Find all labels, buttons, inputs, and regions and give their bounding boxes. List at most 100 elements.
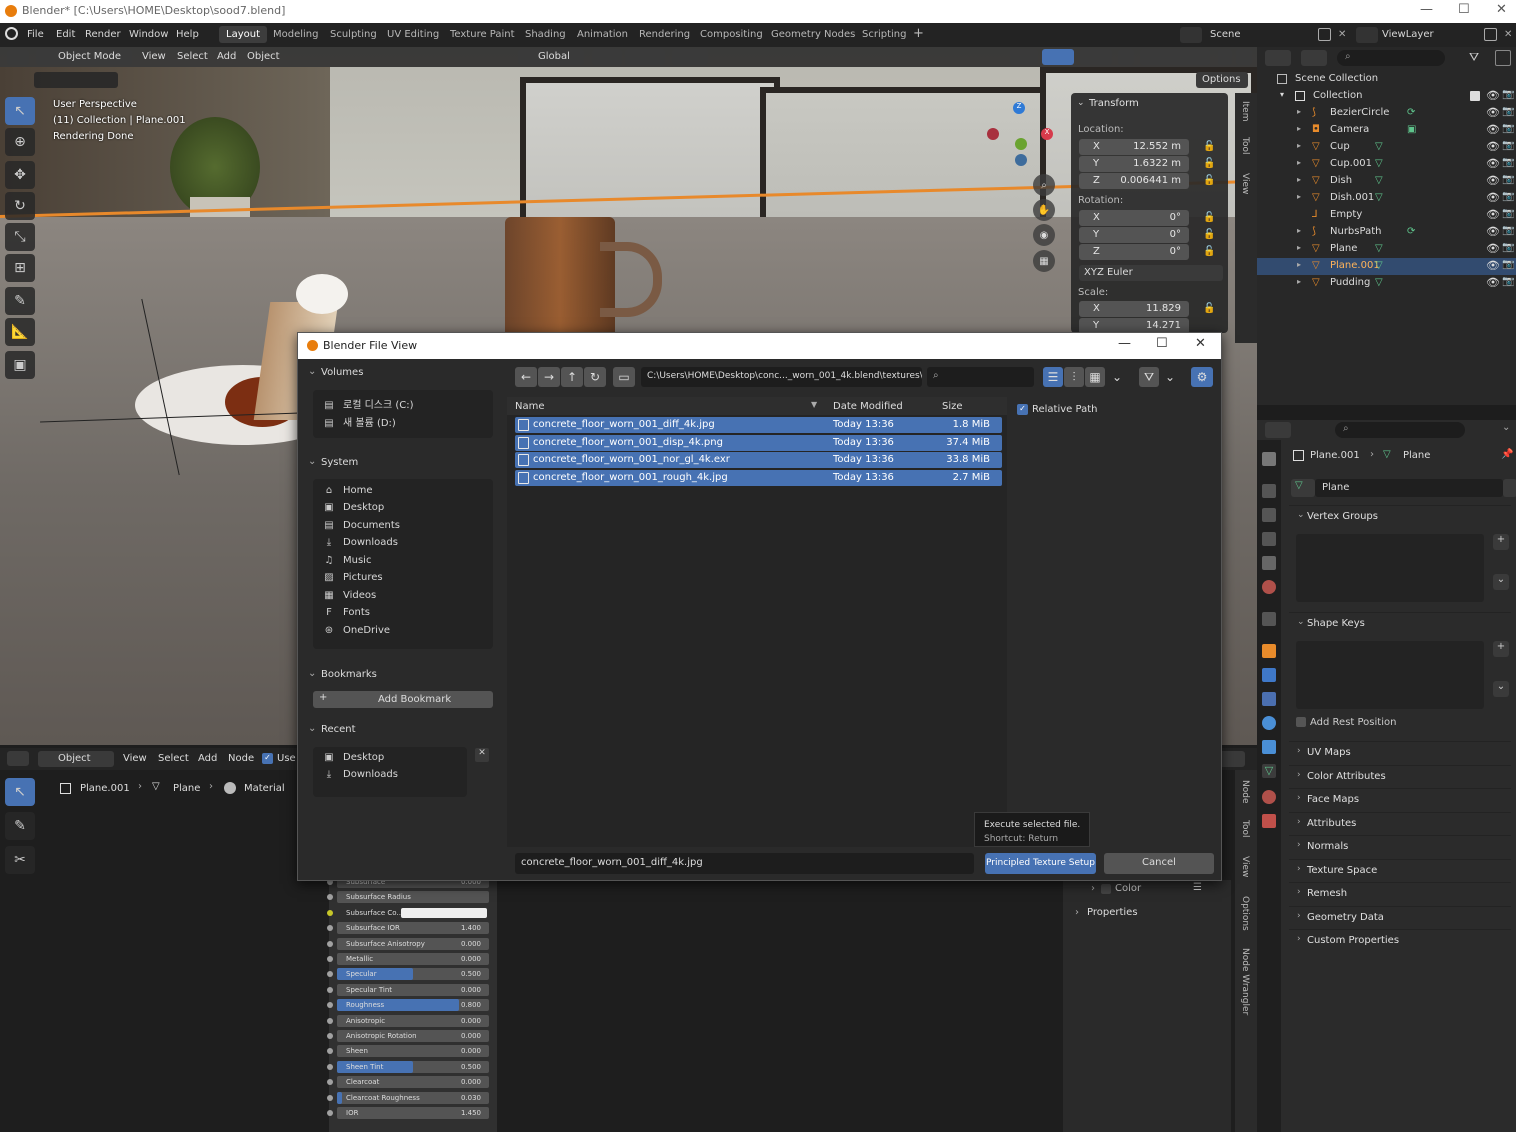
gizmo-toggle-icon[interactable]	[1042, 49, 1074, 65]
object-data-icon[interactable]: ▽	[1375, 277, 1383, 288]
gizmo-neg-z-icon[interactable]	[1015, 154, 1027, 166]
socket-icon[interactable]	[327, 940, 333, 947]
clear-recent-icon[interactable]: ✕	[475, 748, 489, 762]
eye-icon[interactable]: 👁	[1486, 140, 1500, 153]
rotation-x-field[interactable]: X 0°	[1079, 210, 1189, 226]
camera-view-icon[interactable]: ◉	[1033, 224, 1055, 246]
zoom-icon[interactable]: ⌕	[1033, 174, 1055, 196]
new-collection-icon[interactable]	[1495, 50, 1511, 66]
recent-desktop-item[interactable]: ▣ Desktop	[323, 752, 384, 767]
collapsed-panel-header[interactable]: › Custom Properties	[1289, 929, 1511, 951]
file-row[interactable]: concrete_floor_worn_001_nor_gl_4k.exr Tod…	[515, 452, 1002, 468]
parent-dir-icon[interactable]: ↑	[561, 367, 583, 387]
rotation-mode-select[interactable]: XYZ Euler	[1079, 265, 1223, 281]
collapsed-panel-header[interactable]: › Remesh	[1289, 882, 1511, 904]
pivot-point-icon[interactable]	[592, 49, 622, 65]
tab-node[interactable]: Node	[1240, 780, 1250, 804]
collapsed-panel-header[interactable]: › Geometry Data	[1289, 905, 1511, 928]
eye-icon[interactable]: 👁	[1486, 259, 1500, 272]
chevron-down-icon[interactable]: ⌄	[1077, 98, 1085, 108]
properties-search-input[interactable]: ⌕	[1335, 422, 1465, 438]
shape-keys-list[interactable]	[1296, 641, 1484, 709]
outliner-item[interactable]: ▸ ▽ Cup.001 👁 📷 ▽	[1257, 156, 1516, 173]
tab-tool[interactable]: Tool	[1240, 137, 1250, 154]
system-onedrive-item[interactable]: ⊛ OneDrive	[323, 625, 390, 640]
overlays-icon[interactable]	[1080, 49, 1112, 65]
menu-window[interactable]: Window	[129, 29, 168, 40]
visibility-icon[interactable]	[1010, 49, 1038, 65]
eye-icon[interactable]: 👁	[1486, 276, 1500, 289]
menu-edit[interactable]: Edit	[56, 29, 75, 40]
scene-tab-icon[interactable]	[1262, 556, 1276, 570]
transform-tool-icon[interactable]: ⊞	[5, 254, 35, 282]
collapsed-panel-header[interactable]: › Texture Space	[1289, 858, 1511, 881]
node-menu-view[interactable]: View	[123, 753, 147, 764]
camera-icon[interactable]: 📷	[1502, 191, 1514, 202]
checkbox-icon[interactable]	[1470, 91, 1480, 101]
system-desktop-item[interactable]: ▣ Desktop	[323, 502, 384, 517]
list-icon[interactable]: ☰	[1193, 882, 1202, 893]
tab-view[interactable]: View	[1240, 173, 1250, 194]
gizmo-neg-x-icon[interactable]	[987, 128, 999, 140]
eye-icon[interactable]: 👁	[1486, 225, 1500, 238]
bsdf-input-row[interactable]: Subsurface Anisotropy 0.000	[327, 937, 489, 950]
editor-type-icon[interactable]	[1265, 50, 1291, 66]
vertical-list-icon[interactable]: ⫶	[1064, 367, 1084, 387]
chevron-right-icon[interactable]: ▸	[1297, 192, 1301, 201]
add-cube-tool-icon[interactable]: ▣	[5, 351, 35, 379]
node-menu-node[interactable]: Node	[228, 753, 254, 764]
options-button[interactable]: Options	[1196, 72, 1248, 88]
back-icon[interactable]: ←	[515, 367, 537, 387]
mesh-data-tab-icon[interactable]: ▽	[1262, 764, 1276, 778]
output-tab-icon[interactable]	[1262, 508, 1276, 522]
eye-icon[interactable]: 👁	[1486, 157, 1500, 170]
outliner-item[interactable]: ▸ ▽ Dish 👁 📷 ▽	[1257, 173, 1516, 190]
column-size[interactable]: Size	[942, 401, 963, 412]
modifiers-tab-icon[interactable]	[1262, 668, 1276, 682]
mesh-name-field[interactable]: Plane	[1315, 479, 1503, 497]
shading-options-icon[interactable]	[1218, 49, 1232, 65]
object-data-icon[interactable]: ▣	[1407, 124, 1416, 135]
gizmo-x-icon[interactable]: X	[1041, 128, 1053, 140]
outliner-item[interactable]: ▸ ▽ Cup 👁 📷 ▽	[1257, 139, 1516, 156]
tab-tool[interactable]: Tool	[1240, 820, 1250, 837]
dialog-minimize-icon[interactable]: —	[1118, 336, 1131, 351]
object-tab-icon[interactable]	[1262, 644, 1276, 658]
tab-layout[interactable]: Layout	[219, 26, 267, 43]
mesh-browse-icon[interactable]: ▽	[1291, 479, 1315, 497]
camera-icon[interactable]: 📷	[1502, 89, 1514, 100]
add-shape-key-icon[interactable]: +	[1493, 641, 1509, 657]
viewport-menu-object[interactable]: Object	[247, 51, 280, 62]
tab-sculpting[interactable]: Sculpting	[330, 29, 377, 40]
menu-render[interactable]: Render	[85, 29, 121, 40]
recent-downloads-item[interactable]: ⤓ Downloads	[323, 769, 398, 784]
bsdf-input-row[interactable]: IOR 1.450	[327, 1107, 489, 1119]
chevron-right-icon[interactable]: ▸	[1297, 226, 1301, 235]
add-bookmark-button[interactable]: + Add Bookmark	[313, 691, 493, 708]
camera-icon[interactable]: 📷	[1502, 276, 1514, 287]
camera-icon[interactable]: 📷	[1502, 208, 1514, 219]
color-checkbox[interactable]	[1101, 884, 1111, 894]
select-tool-icon[interactable]: ↖	[5, 778, 35, 806]
relative-path-checkbox[interactable]: ✓	[1017, 404, 1028, 415]
shader-type-select[interactable]: Object	[38, 751, 114, 767]
system-section-header[interactable]: ⌄ System	[305, 456, 497, 470]
bsdf-input-row[interactable]: Sheen Tint 0.500	[327, 1060, 489, 1073]
transform-header[interactable]: Transform	[1089, 98, 1139, 109]
view-layer-tab-icon[interactable]	[1262, 532, 1276, 546]
chevron-right-icon[interactable]: ▸	[1297, 107, 1301, 116]
filename-input[interactable]: concrete_floor_worn_001_diff_4k.jpg	[515, 853, 974, 874]
rotation-z-field[interactable]: Z 0°	[1079, 244, 1189, 260]
camera-icon[interactable]: 📷	[1502, 157, 1514, 168]
pause-render-icon[interactable]	[1236, 49, 1252, 65]
camera-icon[interactable]: 📷	[1502, 242, 1514, 253]
vertex-groups-panel-header[interactable]: ⌄ Vertex Groups	[1289, 505, 1511, 527]
volumes-section-header[interactable]: ⌄ Volumes	[305, 366, 497, 380]
lock-icon[interactable]: 🔓	[1203, 141, 1215, 152]
rotate-tool-icon[interactable]: ↻	[5, 192, 35, 220]
cancel-button[interactable]: Cancel	[1104, 853, 1214, 874]
socket-icon[interactable]	[327, 1033, 333, 1039]
eye-icon[interactable]: 👁	[1486, 106, 1500, 119]
system-music-item[interactable]: ♫ Music	[323, 555, 372, 570]
recent-section-header[interactable]: ⌄ Recent	[305, 723, 497, 737]
